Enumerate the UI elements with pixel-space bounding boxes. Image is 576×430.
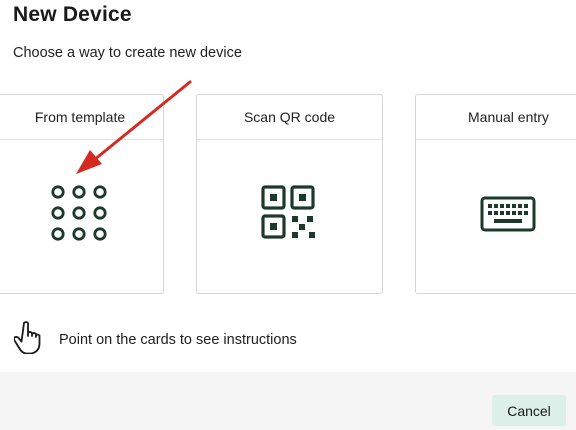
card-title: From template (0, 95, 163, 140)
card-from-template[interactable]: From template (0, 94, 164, 294)
qr-code-icon (260, 184, 320, 249)
hand-pointer-icon (13, 320, 42, 359)
dialog-title: New Device (13, 3, 132, 26)
dialog-subtitle: Choose a way to create new device (13, 45, 242, 61)
card-scan-qr[interactable]: Scan QR code (196, 94, 383, 294)
grid-dots-icon (50, 184, 110, 249)
card-manual-entry[interactable]: Manual entry (415, 94, 576, 294)
keyboard-icon (480, 196, 536, 237)
card-title: Manual entry (416, 95, 576, 140)
card-title: Scan QR code (197, 95, 382, 140)
hint-row: Point on the cards to see instructions (13, 320, 297, 359)
dialog-footer: Cancel (0, 372, 576, 430)
cancel-button[interactable]: Cancel (492, 395, 566, 426)
hint-text: Point on the cards to see instructions (59, 331, 297, 348)
